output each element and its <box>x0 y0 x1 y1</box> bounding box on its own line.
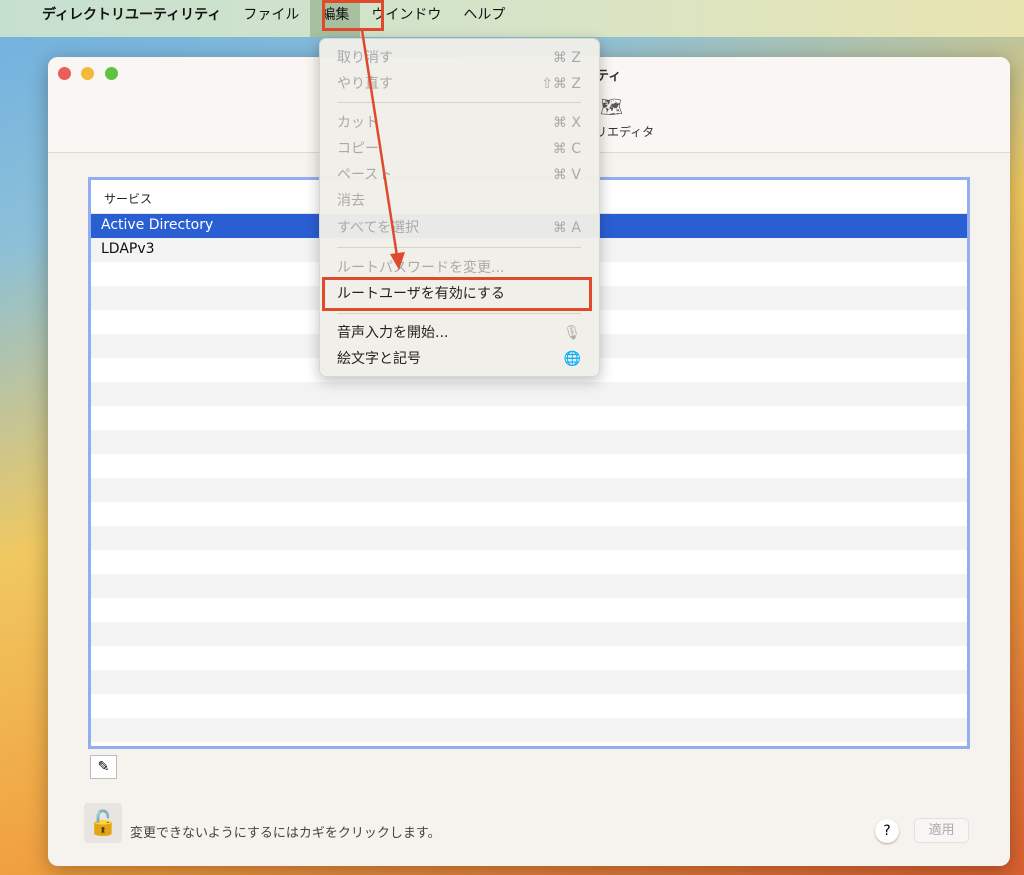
toolbar-directory-editor[interactable]: リエディタ <box>595 123 654 140</box>
menu-help[interactable]: ヘルプ <box>452 0 516 37</box>
menu-item-label: すべてを選択 <box>337 220 420 236</box>
table-row-empty <box>91 478 967 502</box>
table-row-empty <box>91 646 967 670</box>
menu-item-shortcut: 🎙 <box>563 325 581 341</box>
close-button[interactable] <box>58 67 71 80</box>
menu-item-shortcut: ⌘ C <box>552 141 581 157</box>
menu-separator <box>337 247 581 248</box>
menu-item-shortcut: ⌘ X <box>552 115 581 131</box>
menu-item-label: コピー <box>337 141 379 157</box>
menu-item-label: カット <box>337 115 379 131</box>
table-row-empty <box>91 670 967 694</box>
menu-item[interactable]: 消去 <box>337 189 581 213</box>
menu-item-shortcut: ⌘ A <box>552 220 581 236</box>
menu-item[interactable]: ペースト ⌘ V <box>337 163 581 187</box>
menu-item[interactable]: 絵文字と記号 🌐 <box>337 347 581 371</box>
help-button[interactable]: ? <box>875 819 899 843</box>
minimize-button[interactable] <box>81 67 94 80</box>
unlocked-padlock-icon[interactable]: 🔓 <box>84 803 122 843</box>
menu-item[interactable]: カット ⌘ X <box>337 111 581 135</box>
menu-file[interactable]: ファイル <box>232 0 310 37</box>
edit-dropdown-menu: 取り消す ⌘ Z やり直す ⇧⌘ Z カット ⌘ X コピー ⌘ C ペースト ⌘ V 消去すべてを… <box>319 38 600 377</box>
table-row-empty <box>91 454 967 478</box>
zoom-button[interactable] <box>105 67 118 80</box>
menu-item-label: ペースト <box>337 167 393 183</box>
table-row-empty <box>91 526 967 550</box>
table-row-empty <box>91 382 967 406</box>
menu-item[interactable]: 取り消す ⌘ Z <box>337 46 581 70</box>
menu-separator <box>337 102 581 103</box>
map-icon[interactable]: 🗺 <box>600 97 623 118</box>
menu-item-shortcut: ⌘ V <box>552 167 581 183</box>
lock-hint-text: 変更できないようにするにはカギをクリックします。 <box>130 826 441 841</box>
menu-item-label: やり直す <box>337 76 393 92</box>
table-row-empty <box>91 574 967 598</box>
menu-item-label: ルートパスワードを変更... <box>337 260 505 276</box>
table-row-empty <box>91 502 967 526</box>
table-row-empty <box>91 622 967 646</box>
menu-item[interactable]: すべてを選択 ⌘ A <box>337 216 581 240</box>
menu-app-name[interactable]: ディレクトリユーティリティ <box>34 0 232 37</box>
menu-item-label: 消去 <box>337 193 365 209</box>
menu-item[interactable]: コピー ⌘ C <box>337 137 581 161</box>
menu-item[interactable]: やり直す ⇧⌘ Z <box>337 72 581 96</box>
table-row-empty <box>91 406 967 430</box>
apple-menu-icon[interactable] <box>0 0 34 37</box>
table-row-empty <box>91 694 967 718</box>
menu-bar: ディレクトリユーティリティ ファイル 編集 ウインドウ ヘルプ <box>0 0 1024 37</box>
menu-item-label: 音声入力を開始... <box>337 325 449 341</box>
menu-item-shortcut: ⌘ Z <box>552 50 581 66</box>
apply-button[interactable]: 適用 <box>914 818 969 843</box>
edit-pencil-button[interactable]: ✎ <box>90 755 117 779</box>
highlight-box-edit-menu <box>322 0 384 31</box>
table-row-empty <box>91 550 967 574</box>
menu-item[interactable]: 音声入力を開始... 🎙 <box>337 321 581 345</box>
menu-item-label: 取り消す <box>337 50 393 66</box>
table-row-empty <box>91 598 967 622</box>
menu-separator <box>337 313 581 314</box>
menu-item-label: 絵文字と記号 <box>337 351 421 367</box>
table-row-empty <box>91 430 967 454</box>
menu-item-shortcut: ⇧⌘ Z <box>541 76 581 92</box>
highlight-box-enable-root-user <box>322 277 592 311</box>
menu-item-shortcut: 🌐 <box>563 351 581 367</box>
table-row-empty <box>91 718 967 742</box>
